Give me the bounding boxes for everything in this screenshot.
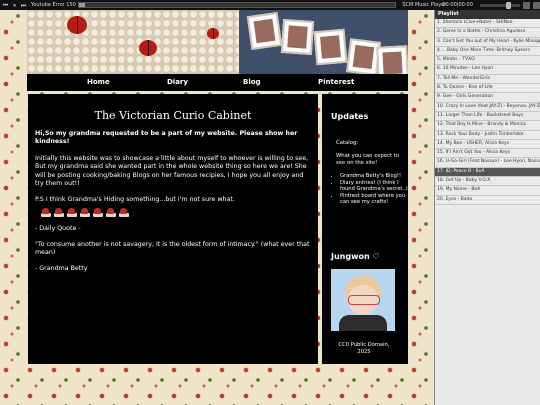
updates-sidebar: Updates Catalog: What you can expect to … — [322, 94, 408, 364]
main-content: The Victorian Curio Cabinet Hi,So my gra… — [28, 94, 318, 364]
nav-blog-link[interactable]: Blog — [243, 78, 261, 86]
ps-text: P.S I think Grandma's Hiding something..… — [35, 195, 235, 203]
prev-icon[interactable]: ⏮ — [2, 2, 9, 9]
playlist-item[interactable]: 18. Get Up - Baby V.O.X — [435, 177, 540, 187]
nav-pinterest-link[interactable]: Pinterest — [318, 78, 354, 86]
cake-icon — [67, 208, 77, 217]
playlist-item[interactable]: 8. Tu Quiero - Kiss of Life — [435, 84, 540, 94]
playlist-item[interactable]: 6. 10 Minutes - Lee Hyori — [435, 65, 540, 75]
cake-icon — [80, 208, 90, 217]
playlist-items: 1. Sherlock (Clue+Note) - SHINee 2. Genie… — [435, 19, 540, 205]
playlist-item[interactable]: 16. U-Go-Girl (Feat Nassun) - Lee Hyori,… — [435, 158, 540, 168]
ladybug-icon — [207, 28, 219, 39]
playlist-item[interactable]: 5. Mirotic - TVXQ — [435, 56, 540, 66]
playlist-item[interactable]: 7. Tell Me - WonderGirls — [435, 75, 540, 85]
playlist-header: Playlist — [435, 10, 540, 19]
playlist-item[interactable]: 9. Gee - Girls Generation — [435, 93, 540, 103]
playlist-item[interactable]: 19. My Name - BoA — [435, 186, 540, 196]
page-title: The Victorian Curio Cabinet — [94, 109, 252, 122]
photo-film-frame — [280, 18, 315, 56]
nav-diary-link[interactable]: Diary — [167, 78, 188, 86]
description-text: Initially this website was to showcase a… — [35, 154, 309, 188]
intro-text: Hi,So my grandma requested to be a part … — [35, 129, 298, 146]
playlist-toggle-button[interactable] — [533, 1, 540, 9]
progress-bar[interactable] — [77, 2, 397, 8]
play-pause-icon[interactable]: ⏸ — [11, 2, 18, 9]
playlist-item[interactable]: 1. Sherlock (Clue+Note) - SHINee — [435, 19, 540, 29]
playlist-item[interactable]: 2. Genie In a Bottle - Christina Aguiler… — [435, 28, 540, 38]
photo-film-frame — [376, 45, 408, 74]
volume-knob[interactable] — [506, 1, 512, 9]
profile-name: Jungwon ♡ — [331, 252, 380, 261]
cake-icon — [119, 208, 129, 217]
playlist-item[interactable]: 11. Larger Than Life - Backstreet Boys — [435, 112, 540, 122]
playlist-item[interactable]: 17. ID; Peace B - BoA — [435, 167, 540, 178]
playlist-panel: Playlist 1. Sherlock (Clue+Note) - SHINe… — [434, 10, 540, 405]
progress-fill — [78, 3, 86, 7]
signature: - Grandma Betty — [35, 264, 88, 272]
update-list: Grandma Betty's Blog!! Diary entries! (I… — [332, 173, 408, 206]
track-title: Youtube Error 150 — [30, 2, 76, 8]
volume-slider[interactable] — [480, 1, 521, 9]
ladybug-icon — [139, 40, 157, 56]
expect-text: What you can expect to see on the site! — [336, 153, 400, 166]
photo-film-frame — [246, 12, 283, 50]
header-banner — [27, 10, 408, 74]
playlist-item[interactable]: 13. Rock Your Body - Justin Timberlake — [435, 131, 540, 140]
next-icon[interactable]: ⏭ — [20, 2, 27, 9]
photo-film-frame — [313, 28, 348, 66]
ladybug-icon — [67, 16, 87, 34]
shuffle-button[interactable] — [523, 1, 531, 9]
main-nav: Home Diary Blog Pinterest — [27, 74, 408, 91]
cake-icon — [54, 208, 64, 217]
playlist-item[interactable]: 15. If I Ain't Got You - Alicia Keys — [435, 149, 540, 159]
cake-icon — [93, 208, 103, 217]
update-item: Diary entries! (I think I found Grandma'… — [340, 180, 408, 193]
cake-icon — [41, 208, 51, 217]
playlist-item[interactable]: 10. Crazy In Love (feat.JAY-Z) - Beyonce… — [435, 103, 540, 112]
playlist-item[interactable]: 4. ...Baby One More Time -Britney Spears — [435, 47, 540, 57]
daily-quote: "To consume another is not savagery, it … — [35, 240, 310, 257]
playlist-item[interactable]: 14. My Boo - USHER, Alicia Keys — [435, 140, 540, 150]
music-player-bar: ⏮ ⏸ ⏭ Youtube Error 150 SCM Music Player… — [0, 0, 540, 10]
player-name: SCM Music Player — [402, 2, 447, 8]
playlist-item[interactable]: 12. That Boy Is Mine - Brandy & Monica — [435, 121, 540, 131]
profile-photo — [331, 269, 395, 331]
update-item: Grandma Betty's Blog!! — [340, 173, 408, 180]
nav-home-link[interactable]: Home — [87, 78, 110, 86]
updates-title: Updates — [331, 112, 369, 121]
catalog-label: Catalog: — [336, 140, 359, 146]
update-item: Pintrest board where you can see my craf… — [340, 193, 408, 206]
playlist-item[interactable]: 20. Eyes - Bada — [435, 196, 540, 205]
time-readout: 00:00|00:00 — [442, 2, 473, 8]
cake-divider — [28, 208, 318, 217]
playlist-item[interactable]: 3. Can't Get You out of My Head - Kylie … — [435, 38, 540, 47]
cake-icon — [106, 208, 116, 217]
quote-label: - Daily Quote - — [35, 225, 81, 232]
photo-credit: CC0 Public Domain, 2025 — [338, 342, 390, 355]
